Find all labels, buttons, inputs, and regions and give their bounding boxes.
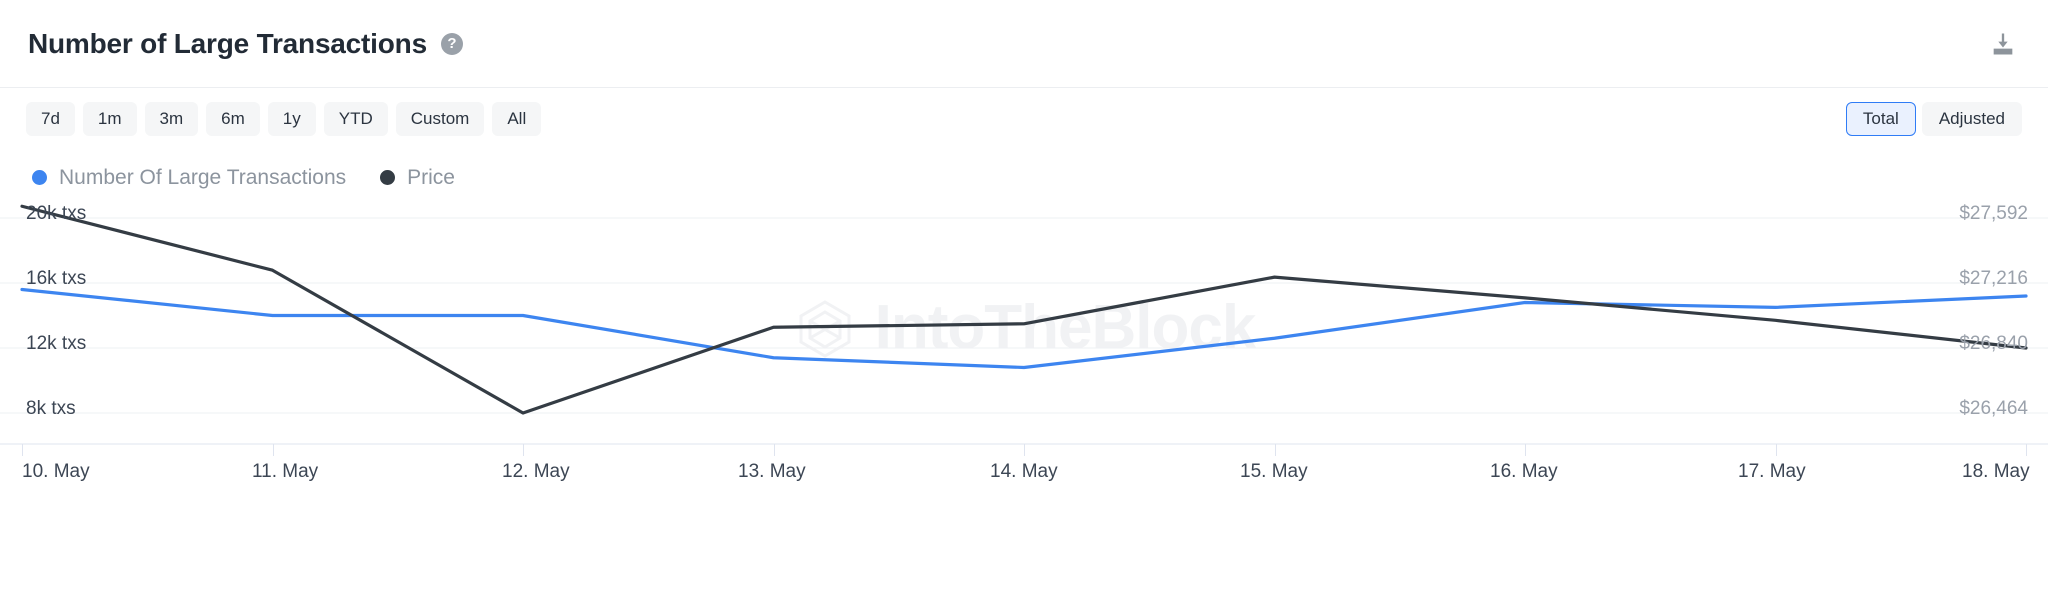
toggle-button-total[interactable]: Total — [1845, 101, 1916, 137]
chart-legend: Number Of Large Transactions Price — [0, 150, 2048, 196]
y-axis-right-label-0: $27,592 — [1959, 203, 2028, 224]
legend-label-price: Price — [407, 165, 455, 189]
x-axis-label-1: 11. May — [252, 461, 319, 482]
range-button-all[interactable]: All — [492, 101, 542, 137]
y-axis-left-label-1: 16k txs — [26, 268, 87, 289]
series-line-transactions — [20, 287, 2028, 370]
range-button-1y[interactable]: 1y — [267, 101, 316, 137]
download-icon[interactable] — [1986, 27, 2020, 61]
x-axis-label-5: 15. May — [1240, 461, 1308, 482]
legend-item-transactions[interactable]: Number Of Large Transactions — [32, 167, 346, 188]
metric-mode-toggle: Total Adjusted — [1845, 101, 2022, 137]
x-axis-label-6: 16. May — [1490, 461, 1558, 482]
range-button-1m[interactable]: 1m — [82, 101, 137, 137]
range-button-7d[interactable]: 7d — [26, 101, 75, 137]
range-button-ytd[interactable]: YTD — [323, 101, 388, 137]
x-axis-label-0: 10. May — [22, 461, 90, 482]
x-axis-label-7: 17. May — [1738, 461, 1806, 482]
large-transactions-chart-card: Number of Large Transactions ? 7d 1m 3m … — [0, 0, 2048, 609]
y-axis-left-label-0: 20k txs — [26, 203, 87, 224]
card-header: Number of Large Transactions ? — [0, 0, 2048, 88]
question-mark-icon[interactable]: ? — [440, 32, 463, 55]
x-axis-label-3: 13. May — [738, 461, 806, 482]
title-wrap: Number of Large Transactions ? — [28, 27, 463, 59]
range-button-3m[interactable]: 3m — [144, 101, 199, 137]
x-axis-label-2: 12. May — [502, 461, 570, 482]
y-axis-left-label-2: 12k txs — [26, 333, 87, 354]
chart-plot-area: IntoTheBlock 20k txs 16k txs 12k txs 8k … — [0, 196, 2048, 606]
time-range-group: 7d 1m 3m 6m 1y YTD Custom All — [26, 101, 542, 137]
series-line-price — [20, 204, 2028, 415]
legend-label-transactions: Number Of Large Transactions — [59, 165, 347, 189]
legend-dot-icon-price — [380, 169, 396, 185]
legend-item-price[interactable]: Price — [380, 167, 455, 188]
y-axis-right-label-3: $26,464 — [1959, 398, 2028, 419]
x-axis-label-8: 18. May — [1962, 461, 2030, 482]
controls-row: 7d 1m 3m 6m 1y YTD Custom All Total Adju… — [0, 88, 2048, 150]
range-button-6m[interactable]: 6m — [206, 101, 260, 137]
range-button-custom[interactable]: Custom — [395, 101, 485, 137]
toggle-button-adjusted[interactable]: Adjusted — [1921, 101, 2022, 137]
page-title: Number of Large Transactions — [28, 27, 427, 59]
chart-svg — [0, 204, 2048, 456]
x-axis-label-4: 14. May — [990, 461, 1058, 482]
y-axis-right-label-2: $26,840 — [1959, 333, 2028, 354]
legend-dot-icon-transactions — [32, 169, 47, 185]
y-axis-right-label-1: $27,216 — [1959, 268, 2028, 289]
y-axis-left-label-3: 8k txs — [26, 398, 76, 419]
